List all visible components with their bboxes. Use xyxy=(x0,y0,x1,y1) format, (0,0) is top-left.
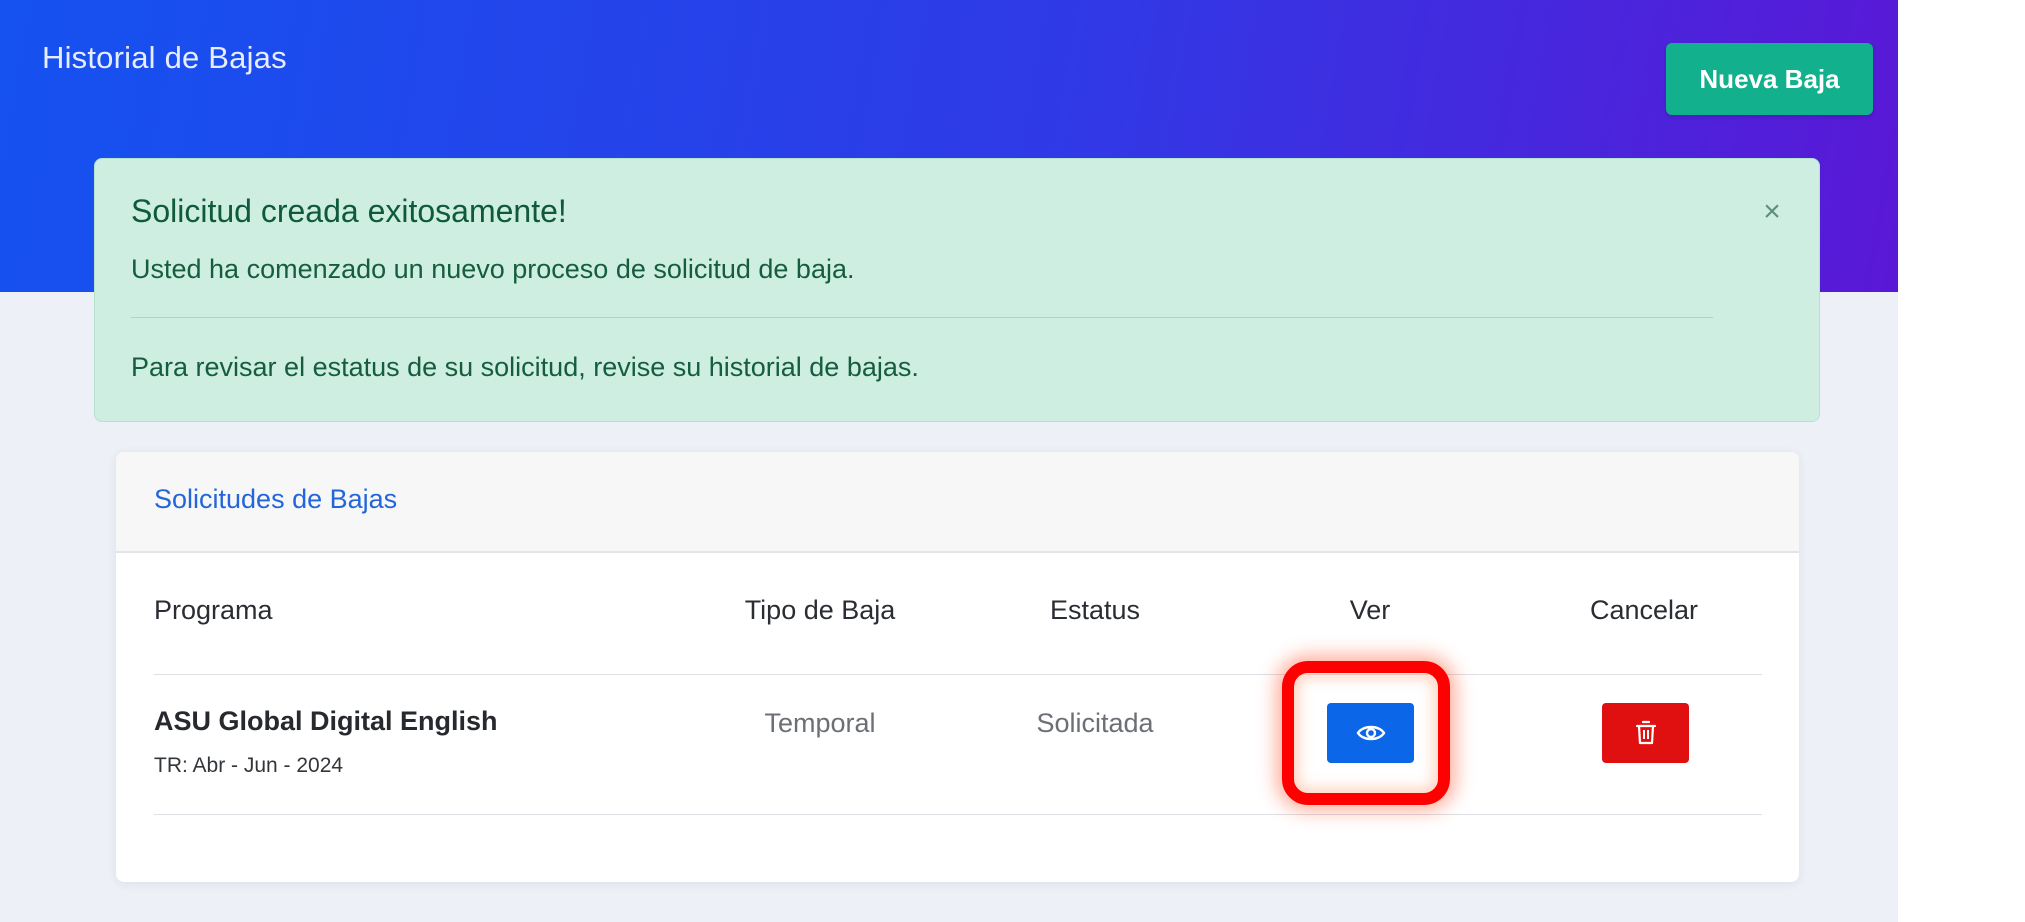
requests-card: Solicitudes de Bajas Programa Tipo de Ba… xyxy=(116,452,1799,882)
alert-footer-message: Para revisar el estatus de su solicitud,… xyxy=(131,352,919,382)
baja-status: Solicitada xyxy=(1036,708,1154,738)
program-name: ASU Global Digital English xyxy=(154,706,498,736)
page-title: Historial de Bajas xyxy=(42,40,287,75)
column-header-programa: Programa xyxy=(154,595,273,625)
new-baja-button[interactable]: Nueva Baja xyxy=(1666,43,1873,115)
column-header-estatus: Estatus xyxy=(1049,595,1141,625)
column-header-cancelar: Cancelar xyxy=(1589,595,1699,625)
table-header-divider xyxy=(154,674,1762,675)
card-title: Solicitudes de Bajas xyxy=(154,484,398,514)
success-alert: Solicitud creada exitosamente! Usted ha … xyxy=(94,158,1820,422)
trash-icon xyxy=(1635,720,1656,745)
column-header-ver: Ver xyxy=(1349,595,1391,625)
alert-heading: Solicitud creada exitosamente! xyxy=(131,193,567,229)
app-window: Historial de Bajas Nueva Baja Solicitud … xyxy=(0,0,1898,922)
baja-type: Temporal xyxy=(764,708,876,738)
program-period: TR: Abr - Jun - 2024 xyxy=(154,754,344,777)
eye-icon xyxy=(1356,725,1385,741)
close-icon[interactable]: × xyxy=(1752,192,1792,232)
cancel-request-button[interactable] xyxy=(1602,703,1689,763)
table-row-divider xyxy=(154,814,1762,815)
card-header: Solicitudes de Bajas xyxy=(116,452,1799,553)
view-button[interactable] xyxy=(1327,703,1414,763)
alert-message: Usted ha comenzado un nuevo proceso de s… xyxy=(131,254,855,284)
column-header-tipo-de-baja: Tipo de Baja xyxy=(744,595,896,625)
alert-divider xyxy=(131,317,1713,318)
